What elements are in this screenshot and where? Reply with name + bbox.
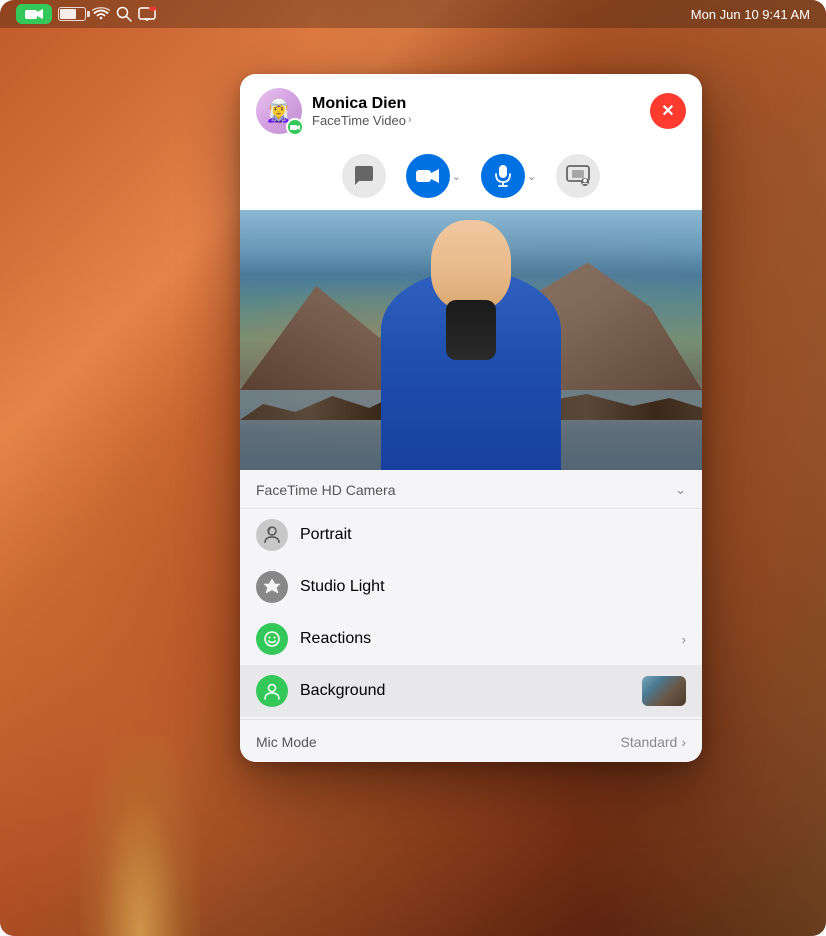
battery-fill (60, 9, 76, 19)
reactions-chevron-area: › (682, 632, 686, 647)
reactions-chevron-icon: › (682, 632, 686, 647)
mic-mode-row[interactable]: Mic Mode Standard › (240, 722, 702, 762)
close-button[interactable]: ✕ (650, 93, 686, 129)
background-menu-item[interactable]: Background (240, 665, 702, 717)
menu-divider (240, 719, 702, 720)
facetime-menubar-icon[interactable] (16, 4, 52, 24)
reactions-menu-item[interactable]: Reactions › (240, 613, 702, 665)
background-thumbnail (642, 676, 686, 706)
caller-type-chevron: › (408, 114, 412, 126)
video-button[interactable] (406, 154, 450, 198)
facetime-active-badge (286, 118, 304, 136)
video-button-group[interactable]: ⌄ (406, 154, 461, 198)
screen-share-icon-circle (556, 154, 600, 198)
mic-mode-value: Standard (621, 734, 678, 750)
person-head (431, 220, 511, 310)
search-icon[interactable] (116, 6, 132, 22)
camera-chevron-icon: ⌄ (675, 482, 686, 498)
facetime-header: 🧝‍♀️ Monica Dien FaceTime Video › ✕ (240, 74, 702, 146)
mic-chevron-icon[interactable]: ⌄ (527, 170, 536, 183)
portrait-label: Portrait (300, 526, 686, 544)
person-scarf (446, 300, 496, 360)
mic-button-group[interactable]: ⌄ (481, 154, 536, 198)
caller-text: Monica Dien FaceTime Video › (312, 95, 412, 128)
menubar-left (16, 4, 156, 24)
controls-bar: ⌄ ⌄ (240, 146, 702, 210)
chat-button[interactable] (342, 154, 386, 198)
video-chevron-icon[interactable]: ⌄ (452, 170, 461, 183)
display-icon[interactable] (138, 7, 156, 21)
menubar-right: Mon Jun 10 9:41 AM (691, 7, 810, 22)
camera-name: FaceTime HD Camera (256, 482, 396, 498)
video-camera-icon (25, 8, 43, 20)
background-icon (256, 675, 288, 707)
chat-icon-circle (342, 154, 386, 198)
background-label: Background (300, 682, 630, 700)
desktop-lamp-glow (80, 736, 200, 936)
avatar-container: 🧝‍♀️ (256, 88, 302, 134)
mic-mode-label: Mic Mode (256, 734, 317, 750)
wifi-icon (92, 7, 110, 21)
camera-dropdown-menu: FaceTime HD Camera ⌄ f Portrait Studio L… (240, 470, 702, 762)
reactions-icon (256, 623, 288, 655)
screen-share-button[interactable] (556, 154, 600, 198)
caller-name: Monica Dien (312, 95, 412, 113)
portrait-icon: f (256, 519, 288, 551)
video-preview (240, 210, 702, 470)
studio-light-label: Studio Light (300, 578, 686, 596)
person-body (381, 270, 561, 470)
menubar: Mon Jun 10 9:41 AM (0, 0, 826, 28)
menubar-datetime: Mon Jun 10 9:41 AM (691, 7, 810, 22)
caller-type[interactable]: FaceTime Video › (312, 113, 412, 128)
caller-info: 🧝‍♀️ Monica Dien FaceTime Video › (256, 88, 412, 134)
person-figure (361, 240, 581, 470)
mic-mode-value-area: Standard › (621, 734, 687, 750)
mic-button[interactable] (481, 154, 525, 198)
camera-header[interactable]: FaceTime HD Camera ⌄ (240, 470, 702, 509)
background-thumb-area (642, 676, 686, 706)
mic-mode-chevron-icon: › (681, 734, 686, 750)
reactions-label: Reactions (300, 630, 670, 648)
portrait-menu-item[interactable]: f Portrait (240, 509, 702, 561)
facetime-window: 🧝‍♀️ Monica Dien FaceTime Video › ✕ (240, 74, 702, 762)
battery-icon (58, 7, 86, 21)
studio-light-icon (256, 571, 288, 603)
studio-light-menu-item[interactable]: Studio Light (240, 561, 702, 613)
